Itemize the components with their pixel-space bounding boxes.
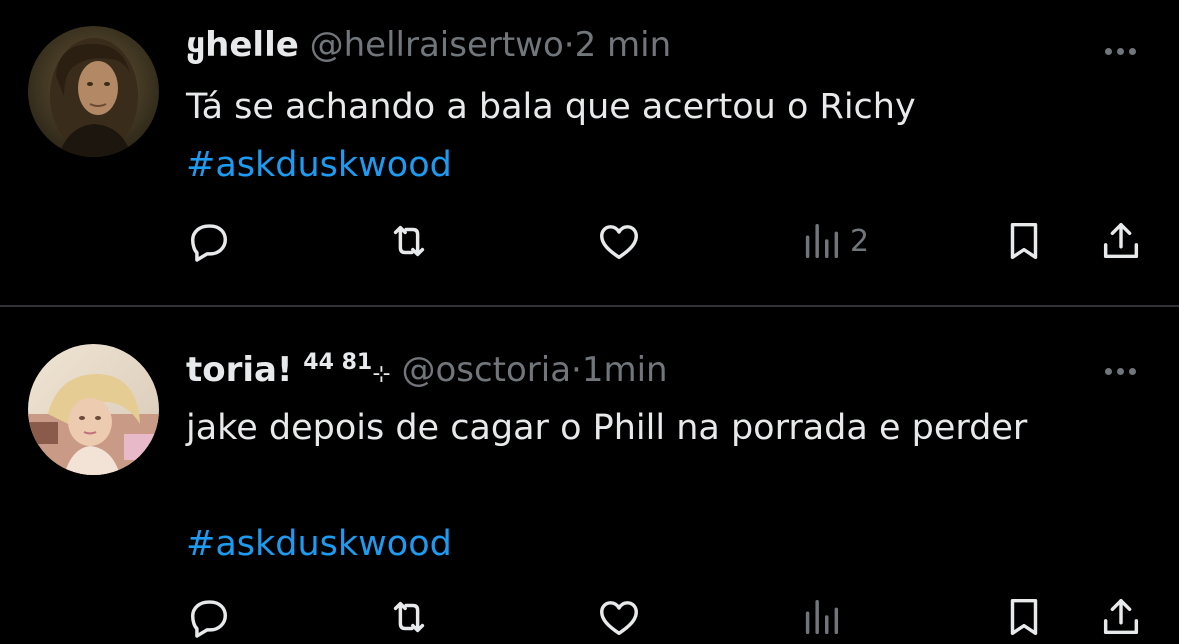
retweet-button[interactable] — [386, 216, 432, 266]
bookmark-icon — [1010, 222, 1038, 260]
reply-button[interactable] — [186, 216, 232, 266]
tweet-actions — [186, 592, 1146, 642]
tweet[interactable]: toria! 44 81⊹ @osctoria·1min jake depois… — [0, 307, 1179, 644]
user-handle[interactable]: @osctoria — [401, 350, 571, 390]
name-superscript: 44 81 — [303, 350, 373, 375]
bookmark-button[interactable] — [1001, 216, 1047, 266]
like-button[interactable] — [596, 216, 642, 266]
bookmark-button[interactable] — [1001, 592, 1047, 642]
avatar[interactable] — [28, 344, 159, 475]
hashtag-link[interactable]: #askduskwood — [186, 515, 1139, 573]
reply-icon — [190, 600, 228, 638]
tweet-text: jake depois de cagar o Phill na porrada … — [186, 399, 1139, 573]
avatar[interactable] — [28, 26, 159, 157]
tweet-header: toria! 44 81⊹ @osctoria·1min — [186, 343, 1099, 395]
retweet-button[interactable] — [386, 592, 432, 642]
like-button[interactable] — [596, 592, 642, 642]
views-count: 2 — [850, 223, 870, 259]
display-name[interactable]: ყhelle — [186, 25, 299, 65]
display-name[interactable]: toria! — [186, 350, 292, 390]
user-handle[interactable]: @hellraisertwo — [310, 25, 564, 65]
share-button[interactable] — [1098, 592, 1144, 642]
separator-dot: · — [563, 25, 575, 65]
share-button[interactable] — [1098, 216, 1144, 266]
views-icon — [805, 223, 839, 259]
tweet-text: Tá se achando a bala que acertou o Richy… — [186, 78, 1139, 194]
tweet-actions: 2 — [186, 216, 1146, 266]
sparkle-icon: ⊹ — [372, 362, 391, 387]
timestamp[interactable]: 1min — [582, 350, 668, 390]
retweet-icon — [393, 601, 425, 633]
share-icon — [1103, 222, 1139, 259]
views-button[interactable]: 2 — [798, 216, 869, 266]
tweet[interactable]: ყhelle @hellraisertwo·2 min Tá se achand… — [0, 0, 1179, 306]
tweet-text-line: jake depois de cagar o Phill na porrada … — [186, 408, 1028, 448]
share-icon — [1103, 598, 1139, 635]
bookmark-icon — [1010, 598, 1038, 636]
tweet-header: ყhelle @hellraisertwo·2 min — [186, 25, 1099, 65]
retweet-icon — [393, 225, 425, 257]
separator-dot: · — [571, 350, 582, 390]
avatar-photo — [28, 344, 159, 475]
views-button[interactable] — [798, 592, 850, 642]
more-dots-icon[interactable] — [1105, 40, 1145, 55]
views-icon — [805, 599, 839, 635]
more-dots-icon[interactable] — [1105, 360, 1145, 375]
timestamp[interactable]: 2 min — [575, 25, 672, 65]
tweet-text-line: Tá se achando a bala que acertou o Richy — [186, 87, 916, 127]
like-icon — [600, 225, 638, 260]
like-icon — [600, 601, 638, 636]
avatar-photo — [28, 26, 159, 157]
reply-button[interactable] — [186, 592, 232, 642]
reply-icon — [190, 224, 228, 262]
hashtag-link[interactable]: #askduskwood — [186, 136, 1139, 194]
